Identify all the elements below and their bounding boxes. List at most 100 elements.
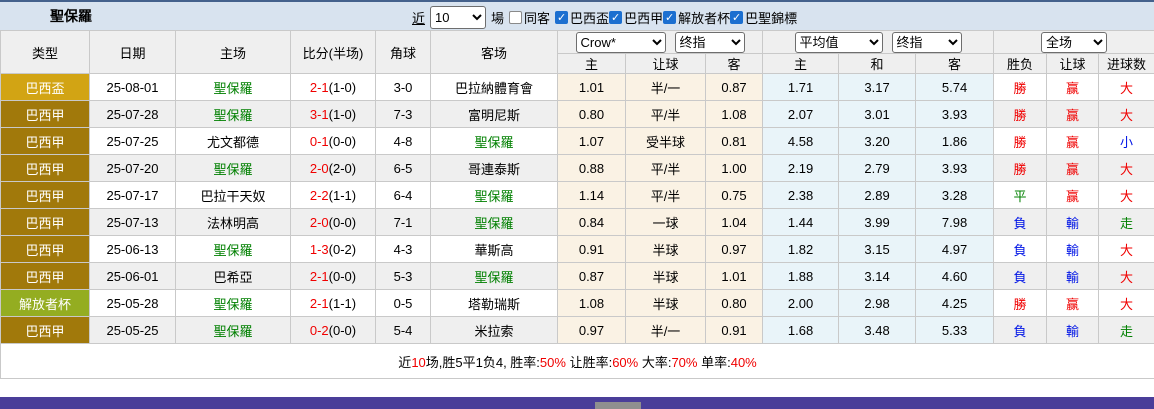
result-goals: 大: [1098, 262, 1154, 290]
euro-away-odds: 3.93: [915, 100, 995, 128]
handicap-line: 半球: [625, 235, 706, 263]
score-cell: 2-1(0-0): [290, 262, 376, 290]
subcol-result-goals: 进球数: [1098, 53, 1154, 74]
result-goals: 小: [1098, 127, 1154, 155]
result-wdl: 負: [993, 316, 1048, 344]
away-team: 聖保羅: [430, 181, 558, 209]
corner-score: 3-0: [375, 73, 431, 101]
result-wdl: 勝: [993, 73, 1048, 101]
handicap-stage-select[interactable]: 终指: [674, 31, 745, 53]
corner-score: 5-3: [375, 262, 431, 290]
result-header: 全场: [993, 30, 1154, 54]
odds-history-page: 聖保羅 近 10 場 同客 ✓ 巴西盃 ✓ 巴西甲 ✓ 解放者杯 ✓ 巴聖錦標 类型 日期: [0, 0, 1154, 409]
result-handicap: 赢: [1046, 73, 1100, 101]
summary-text: 让胜率:: [565, 354, 613, 370]
league-filter-3[interactable]: ✓ 巴聖錦標: [730, 8, 797, 27]
euro-away-odds: 4.60: [915, 262, 995, 290]
league-filter-label: 解放者杯: [678, 10, 731, 26]
result-wdl: 負: [993, 235, 1048, 263]
euro-draw-odds: 3.14: [838, 262, 917, 290]
score-cell: 0-2(0-0): [290, 316, 376, 344]
euro-draw-odds: 3.01: [838, 100, 917, 128]
subcol-crow-away: 客: [704, 53, 764, 74]
half-score: (1-1): [328, 295, 357, 311]
euro-home-odds: 1.82: [762, 235, 840, 263]
corner-score: 6-5: [375, 154, 431, 182]
match-count-select[interactable]: 10: [430, 5, 487, 29]
half-score: (2-0): [328, 160, 357, 176]
match-date: 25-07-20: [89, 154, 176, 182]
full-score: 0-2: [309, 322, 329, 338]
corner-score: 7-1: [375, 208, 431, 236]
checkbox-checked-icon[interactable]: ✓: [730, 10, 744, 24]
half-score: (0-2): [328, 241, 357, 257]
handicap-away-odds: 1.00: [704, 154, 764, 182]
half-score: (0-0): [328, 322, 357, 338]
bookmaker-select[interactable]: Crow*: [575, 31, 666, 53]
checkbox-checked-icon[interactable]: ✓: [663, 10, 677, 24]
handicap-away-odds: 0.81: [704, 127, 764, 155]
handicap-line: 半/一: [625, 316, 706, 344]
euro-draw-odds: 3.99: [838, 208, 917, 236]
col-header-away: 客场: [430, 30, 558, 74]
euro-away-odds: 5.74: [915, 73, 995, 101]
filter-controls: 近 10 場 同客 ✓ 巴西盃 ✓ 巴西甲 ✓ 解放者杯 ✓ 巴聖錦標: [412, 4, 797, 30]
euro-source-select[interactable]: 平均值: [794, 31, 883, 53]
corner-score: 7-3: [375, 100, 431, 128]
result-wdl: 負: [993, 262, 1048, 290]
euro-home-odds: 4.58: [762, 127, 840, 155]
handicap-home-odds: 1.14: [557, 181, 626, 209]
league-filter-1[interactable]: ✓ 巴西甲: [609, 8, 663, 27]
home-team: 巴拉干天奴: [175, 181, 291, 209]
home-team: 聖保羅: [175, 73, 291, 101]
home-team: 聖保羅: [175, 289, 291, 317]
home-team: 法林明高: [175, 208, 291, 236]
league-type-cell: 解放者杯: [0, 289, 90, 317]
euro-away-odds: 1.86: [915, 127, 995, 155]
half-score: (1-1): [328, 187, 357, 203]
result-handicap: 輸: [1046, 262, 1100, 290]
match-history-table: 类型 日期 主场 比分(半场) 角球 客场 Crow* 终指 平均值 终指 全场…: [0, 30, 1154, 379]
result-handicap: 輸: [1046, 316, 1100, 344]
score-cell: 0-1(0-0): [290, 127, 376, 155]
corner-score: 6-4: [375, 181, 431, 209]
result-goals: 大: [1098, 289, 1154, 317]
title-filter-bar: 聖保羅 近 10 場 同客 ✓ 巴西盃 ✓ 巴西甲 ✓ 解放者杯 ✓ 巴聖錦標: [0, 0, 1154, 30]
checkbox-checked-icon[interactable]: ✓: [555, 10, 569, 24]
stats-summary: 近10场,胜5平1负4, 胜率:50% 让胜率:60% 大率:70% 单率:40…: [0, 343, 1154, 379]
league-type-cell: 巴西甲: [0, 100, 90, 128]
euro-home-odds: 1.44: [762, 208, 840, 236]
corner-score: 0-5: [375, 289, 431, 317]
result-goals: 大: [1098, 154, 1154, 182]
league-filter-0[interactable]: ✓ 巴西盃: [555, 8, 609, 27]
score-cell: 2-2(1-1): [290, 181, 376, 209]
same-away-label: 同客: [524, 10, 551, 26]
league-filter-2[interactable]: ✓ 解放者杯: [663, 8, 730, 27]
full-score: 1-3: [309, 241, 329, 257]
handicap-line: 平/半: [625, 100, 706, 128]
match-row: 巴西甲 25-05-25 聖保羅 0-2(0-0) 5-4 米拉索 0.97 半/一 0.91 1…: [0, 316, 1154, 344]
match-row: 解放者杯 25-05-28 聖保羅 2-1(1-1) 0-5 塔勒瑞斯 1.08 半球 0.80…: [0, 289, 1154, 317]
euro-draw-odds: 3.48: [838, 316, 917, 344]
checkbox-checked-icon[interactable]: ✓: [609, 10, 623, 24]
col-header-date: 日期: [89, 30, 176, 74]
euro-home-odds: 1.68: [762, 316, 840, 344]
summary-text: 单率:: [697, 354, 731, 370]
full-half-select[interactable]: 全场: [1041, 31, 1108, 53]
handicap-home-odds: 0.84: [557, 208, 626, 236]
handicap-home-odds: 0.91: [557, 235, 626, 263]
league-type-cell: 巴西甲: [0, 208, 90, 236]
away-team: 巴拉納體育會: [430, 73, 558, 101]
result-handicap: 赢: [1046, 100, 1100, 128]
summary-text: 场,胜5平1负4, 胜率:: [425, 354, 540, 370]
away-team: 聖保羅: [430, 262, 558, 290]
match-row: 巴西甲 25-07-25 尤文都德 0-1(0-0) 4-8 聖保羅 1.07 受半球 0.81…: [0, 127, 1154, 155]
half-score: (0-0): [328, 133, 357, 149]
handicap-away-odds: 0.80: [704, 289, 764, 317]
same-away-filter[interactable]: 同客: [509, 8, 550, 27]
full-score: 2-0: [309, 160, 329, 176]
euro-away-odds: 3.28: [915, 181, 995, 209]
score-cell: 2-1(1-0): [290, 73, 376, 101]
checkbox-unchecked-icon[interactable]: [509, 10, 523, 24]
euro-stage-select[interactable]: 终指: [891, 31, 962, 53]
